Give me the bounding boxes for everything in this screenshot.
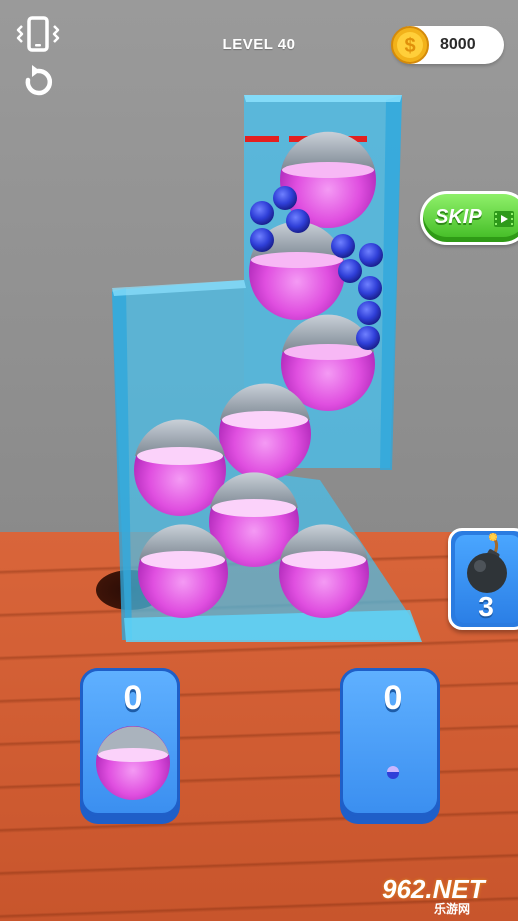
collection-cup-left[interactable]: 0 — [80, 668, 180, 824]
watermark-logo: 962.NET 乐游网 — [376, 872, 514, 916]
cup-right-count: 0 — [383, 679, 403, 717]
pink-ball-sample — [96, 726, 170, 800]
watermark-sub: 乐游网 — [434, 902, 471, 916]
pink-ball — [279, 524, 369, 618]
game-scene — [96, 95, 422, 642]
pink-ball — [138, 524, 228, 618]
glass-front-highlight — [244, 95, 402, 102]
bomb-count: 3 — [478, 591, 494, 622]
bomb-icon — [467, 533, 507, 593]
bomb-powerup[interactable]: 3 — [448, 528, 518, 630]
blue-ball-sample — [387, 766, 399, 779]
cup-left-count: 0 — [123, 679, 143, 717]
pink-ball — [219, 383, 311, 480]
collection-cup-right[interactable]: 0 — [340, 668, 440, 824]
